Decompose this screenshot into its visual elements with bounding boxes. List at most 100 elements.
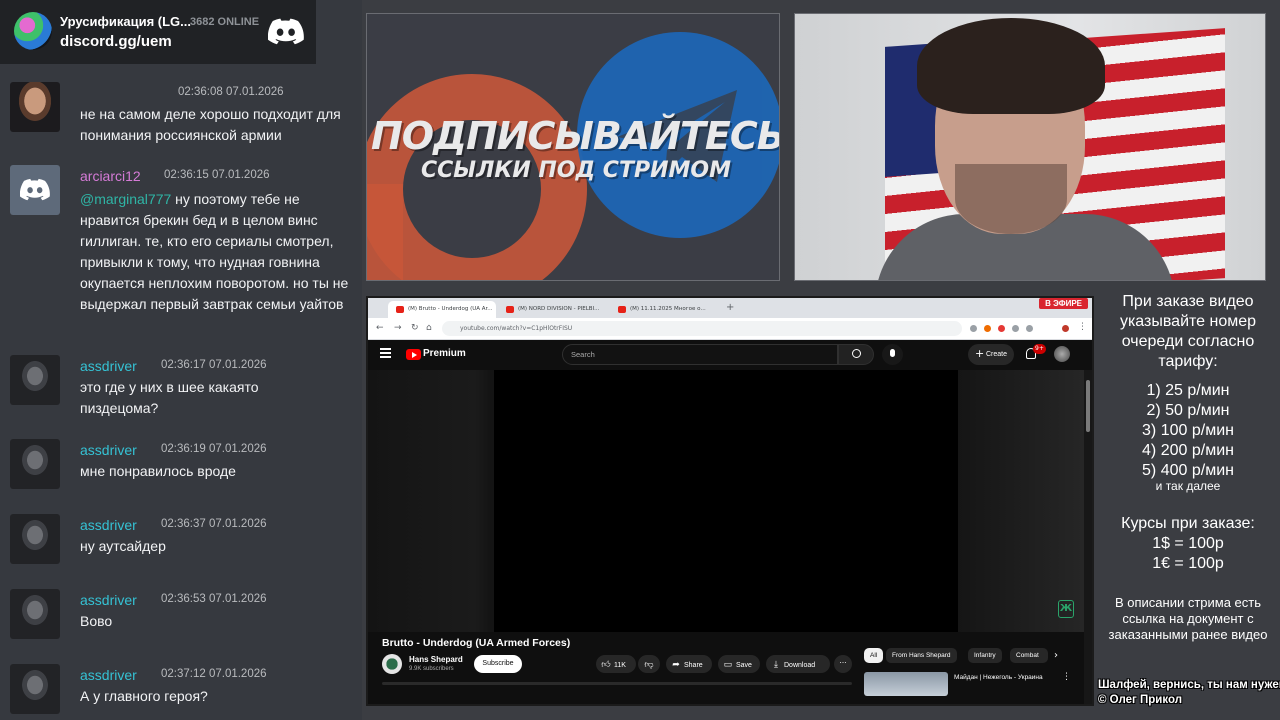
browser-tab[interactable]: (M) Brutto - Underdog (UA Ar... <box>388 301 496 318</box>
message-author[interactable]: assdriver <box>80 592 137 608</box>
message-author[interactable]: assdriver <box>80 517 137 533</box>
browser-window: (M) Brutto - Underdog (UA Ar... (M) NORD… <box>366 296 1094 706</box>
banner-title: ПОДПИСЫВАЙТЕСЬ <box>371 114 780 158</box>
server-invite-link[interactable]: discord.gg/uem <box>60 33 172 50</box>
notification-count-badge: 9+ <box>1033 344 1046 354</box>
user-avatar[interactable] <box>10 589 60 639</box>
tariff-item: 5) 400 р/мин <box>1142 462 1234 479</box>
message-timestamp: 02:36:17 07.01.2026 <box>161 359 267 371</box>
extension-icon[interactable] <box>970 325 977 332</box>
subscribe-button[interactable]: Subscribe <box>474 655 522 673</box>
search-input[interactable]: Search <box>562 344 838 365</box>
user-mention[interactable]: @marginal777 <box>80 191 171 207</box>
message-text: мне понравилось вроде <box>80 463 236 479</box>
channel-avatar[interactable] <box>382 654 402 674</box>
footer-line: Шалфей, вернись, ты нам нужен. <box>1098 679 1280 691</box>
url-field[interactable]: youtube.com/watch?v=C1pHlOtrFISU <box>442 321 962 336</box>
download-arrow-icon: ⤓ <box>774 659 778 669</box>
message-text: @marginal777 ну поэтому тебе не нравится… <box>80 189 358 315</box>
share-arrow-icon: ➦ <box>672 659 680 669</box>
chip-all[interactable]: All <box>864 648 884 663</box>
youtube-tab-icon <box>618 306 626 313</box>
exchange-rate-usd: 1$ = 100р <box>1152 535 1224 552</box>
account-avatar[interactable] <box>1054 346 1070 362</box>
more-options-icon[interactable]: ⋮ <box>1062 672 1071 682</box>
extension-icon[interactable] <box>984 325 991 332</box>
message-author[interactable]: assdriver <box>80 358 137 374</box>
download-button[interactable]: ⤓ Download <box>766 655 830 673</box>
extension-icon[interactable] <box>1026 325 1033 332</box>
order-instructions: При заказе видео указывайте номер очеред… <box>1119 293 1257 370</box>
discord-default-avatar-icon <box>20 178 50 201</box>
video-player[interactable] <box>494 370 958 632</box>
message-text: ну аутсайдер <box>80 538 166 554</box>
browser-tab-bar: (M) Brutto - Underdog (UA Ar... (M) NORD… <box>368 298 1092 318</box>
chevron-right-icon[interactable]: › <box>1054 648 1058 663</box>
tariff-etc: и так далее <box>1155 479 1221 493</box>
browser-menu-icon[interactable]: ⋮ <box>1078 322 1087 332</box>
description-box-edge <box>382 682 852 685</box>
message-author[interactable]: assdriver <box>80 667 137 683</box>
user-avatar[interactable] <box>10 82 60 132</box>
recommended-video-thumbnail[interactable] <box>864 672 948 696</box>
more-actions-button[interactable]: ⋯ <box>834 655 852 673</box>
youtube-logo-icon[interactable] <box>406 349 421 360</box>
youtube-tab-icon <box>506 306 514 313</box>
forward-arrow-icon[interactable]: → <box>394 323 402 333</box>
browser-tab[interactable]: (M) NORD DIVISION - PIELBI... <box>498 301 608 318</box>
message-author[interactable]: arciarci12 <box>80 168 141 184</box>
message-timestamp: 02:36:19 07.01.2026 <box>161 443 267 455</box>
extension-icon[interactable] <box>1012 325 1019 332</box>
chip-from-channel[interactable]: From Hans Shepard <box>886 648 957 663</box>
bookmark-icon: ▭ <box>723 659 733 669</box>
message-timestamp: 02:36:08 07.01.2026 <box>178 86 284 98</box>
share-button[interactable]: ➦ Share <box>666 655 712 673</box>
footer-copyright: © Олег Прикол <box>1098 694 1183 706</box>
profile-icon[interactable] <box>1062 325 1069 332</box>
voice-search-mic-icon[interactable] <box>882 344 903 365</box>
message-author[interactable]: assdriver <box>80 442 137 458</box>
server-banner[interactable]: Урусификация (LG... 3682 ONLINE discord.… <box>0 0 316 64</box>
search-icon <box>852 349 861 358</box>
extension-icon[interactable] <box>998 325 1005 332</box>
player-side-backdrop <box>958 370 1084 632</box>
save-label: Save <box>736 662 752 669</box>
tab-title: (M) Brutto - Underdog (UA Ar... <box>408 306 493 312</box>
user-avatar[interactable] <box>10 514 60 564</box>
channel-watermark-icon[interactable]: Ж <box>1058 600 1074 618</box>
message-text: это где у них в шее какаято пиздецома? <box>80 379 259 416</box>
hamburger-menu-icon[interactable] <box>380 348 391 358</box>
discord-chat-panel: Урусификация (LG... 3682 ONLINE discord.… <box>0 0 362 720</box>
streamer-hair <box>917 18 1105 114</box>
chip-combat[interactable]: Combat <box>1010 648 1048 663</box>
message-timestamp: 02:37:12 07.01.2026 <box>161 668 267 680</box>
tariff-item: 2) 50 р/мин <box>1146 402 1230 419</box>
browser-tab[interactable]: (M) 11.11.2025 Многое о... <box>610 301 720 318</box>
tariff-item: 1) 25 р/мин <box>1146 382 1230 399</box>
message-body: ну поэтому тебе не нравится брекин бед и… <box>80 191 349 312</box>
user-avatar[interactable] <box>10 165 60 215</box>
patreon-logo-bar <box>367 184 403 280</box>
user-avatar[interactable] <box>10 355 60 405</box>
address-bar-row: ← → ↻ ⌂ youtube.com/watch?v=C1pHlOtrFISU… <box>368 318 1092 340</box>
discord-logo-icon <box>268 18 304 45</box>
tariff-list: 1) 25 р/мин 2) 50 р/мин 3) 100 р/мин 4) … <box>1096 381 1280 481</box>
dislike-button[interactable]: 👎︎ <box>638 655 660 673</box>
chip-infantry[interactable]: Infantry <box>968 648 1002 663</box>
server-name: Урусификация (LG... <box>60 14 191 29</box>
user-avatar[interactable] <box>10 664 60 714</box>
tab-title: (M) 11.11.2025 Многое о... <box>630 306 706 312</box>
home-icon[interactable]: ⌂ <box>426 323 432 333</box>
youtube-brand[interactable]: Premium <box>423 348 466 359</box>
user-avatar[interactable] <box>10 439 60 489</box>
youtube-header: Premium Search Create + 9+ <box>368 340 1092 370</box>
channel-name[interactable]: Hans Shepard <box>409 655 463 664</box>
tariff-item: 3) 100 р/мин <box>1142 422 1234 439</box>
back-arrow-icon[interactable]: ← <box>376 323 384 333</box>
recommended-video-title[interactable]: Майдан | Нежеголь - Украина <box>954 674 1058 681</box>
new-tab-button[interactable]: + <box>726 302 734 313</box>
like-button[interactable]: 👍︎ 11K <box>596 655 636 673</box>
save-button[interactable]: ▭ Save <box>718 655 760 673</box>
scrollbar-thumb[interactable] <box>1086 380 1090 432</box>
reload-icon[interactable]: ↻ <box>411 323 419 333</box>
